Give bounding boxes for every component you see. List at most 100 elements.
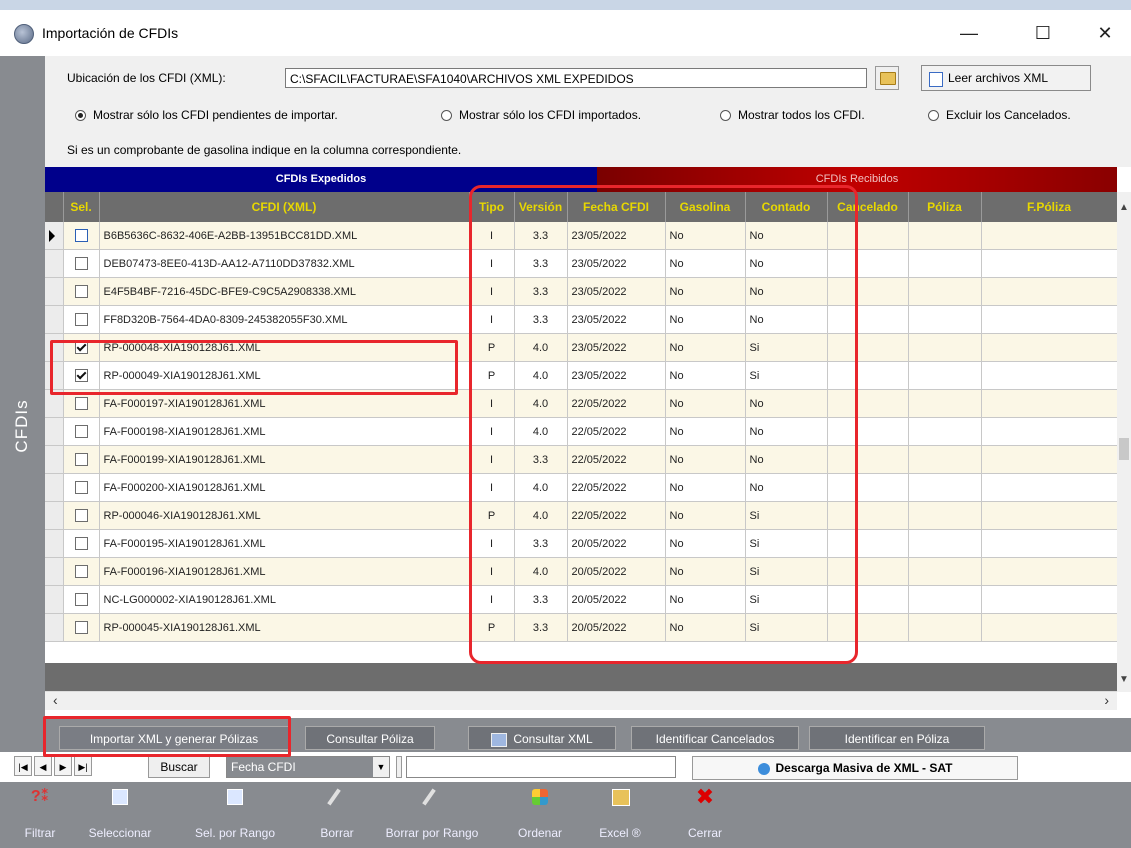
cell-gasolina[interactable]: No <box>665 557 746 586</box>
cell-tipo[interactable]: I <box>469 305 515 334</box>
row-checkbox[interactable] <box>74 397 88 410</box>
col-poliza[interactable]: Póliza <box>908 192 982 222</box>
cell-fecha[interactable]: 23/05/2022 <box>567 277 666 306</box>
search-field-select[interactable]: Fecha CFDI ▼ <box>226 756 390 778</box>
cell-contado[interactable]: No <box>745 249 828 278</box>
cell-fecha[interactable]: 22/05/2022 <box>567 501 666 530</box>
cell-contado[interactable]: No <box>745 417 828 446</box>
search-button[interactable]: Buscar <box>148 756 210 778</box>
cell-fpoliza[interactable] <box>981 473 1117 502</box>
cell-version[interactable]: 4.0 <box>514 417 568 446</box>
cell-fecha[interactable]: 22/05/2022 <box>567 445 666 474</box>
scroll-left-icon[interactable]: ‹ <box>53 692 58 708</box>
cell-version[interactable]: 3.3 <box>514 585 568 614</box>
horizontal-scrollbar[interactable]: ‹ › <box>45 691 1117 710</box>
chevron-down-icon[interactable]: ▼ <box>373 757 389 777</box>
minimize-button[interactable]: — <box>946 18 992 48</box>
cell-fpoliza[interactable] <box>981 389 1117 418</box>
cell-cancelado[interactable] <box>827 361 909 390</box>
select-button[interactable]: Seleccionar <box>80 786 160 840</box>
cell-poliza[interactable] <box>908 613 982 642</box>
cell-poliza[interactable] <box>908 249 982 278</box>
cell-fecha[interactable]: 23/05/2022 <box>567 333 666 362</box>
row-select-cell[interactable] <box>63 585 100 614</box>
cell-xml[interactable]: FF8D320B-7564-4DA0-8309-245382055F30.XML <box>99 305 470 334</box>
sort-button[interactable]: Ordenar <box>510 786 570 840</box>
section-received[interactable]: CFDIs Recibidos <box>597 167 1117 192</box>
cell-version[interactable]: 4.0 <box>514 557 568 586</box>
table-row[interactable]: FA-F000195-XIA190128J61.XML I 3.3 20/05/202… <box>45 529 1117 558</box>
col-cfdi-xml[interactable]: CFDI (XML) <box>99 192 470 222</box>
cell-tipo[interactable]: P <box>469 613 515 642</box>
cell-tipo[interactable]: P <box>469 333 515 362</box>
cell-xml[interactable]: FA-F000197-XIA190128J61.XML <box>99 389 470 418</box>
cell-contado[interactable]: No <box>745 305 828 334</box>
cell-version[interactable]: 3.3 <box>514 445 568 474</box>
radio-pending[interactable]: Mostrar sólo los CFDI pendientes de impo… <box>75 108 338 122</box>
cell-tipo[interactable]: I <box>469 389 515 418</box>
cell-fecha[interactable]: 22/05/2022 <box>567 389 666 418</box>
table-row[interactable]: E4F5B4BF-7216-45DC-BFE9-C9C5A2908338.XML… <box>45 277 1117 306</box>
cell-gasolina[interactable]: No <box>665 445 746 474</box>
cell-fecha[interactable]: 23/05/2022 <box>567 249 666 278</box>
last-record-icon[interactable]: ▶| <box>74 756 92 776</box>
col-fpoliza[interactable]: F.Póliza <box>981 192 1117 222</box>
cell-xml[interactable]: B6B5636C-8632-406E-A2BB-13951BCC81DD.XML <box>99 222 470 250</box>
cell-contado[interactable]: Si <box>745 557 828 586</box>
cell-fecha[interactable]: 23/05/2022 <box>567 305 666 334</box>
cell-gasolina[interactable]: No <box>665 305 746 334</box>
row-select-cell[interactable] <box>63 222 100 250</box>
cell-poliza[interactable] <box>908 333 982 362</box>
cell-cancelado[interactable] <box>827 585 909 614</box>
filter-button[interactable]: ?⁑ Filtrar <box>20 786 60 840</box>
cell-tipo[interactable]: I <box>469 529 515 558</box>
scroll-thumb[interactable] <box>1119 438 1129 460</box>
col-tipo[interactable]: Tipo <box>469 192 515 222</box>
col-cancelado[interactable]: Cancelado <box>827 192 909 222</box>
row-select-cell[interactable] <box>63 277 100 306</box>
cell-version[interactable]: 3.3 <box>514 305 568 334</box>
row-checkbox[interactable] <box>74 369 88 382</box>
row-select-cell[interactable] <box>63 389 100 418</box>
cell-tipo[interactable]: I <box>469 222 515 250</box>
cell-tipo[interactable]: P <box>469 361 515 390</box>
row-checkbox[interactable] <box>74 537 88 550</box>
row-checkbox[interactable] <box>74 285 88 298</box>
cell-xml[interactable]: RP-000046-XIA190128J61.XML <box>99 501 470 530</box>
next-record-icon[interactable]: ▶ <box>54 756 72 776</box>
table-row[interactable]: FA-F000199-XIA190128J61.XML I 3.3 22/05/202… <box>45 445 1117 474</box>
cell-tipo[interactable]: I <box>469 473 515 502</box>
cell-gasolina[interactable]: No <box>665 333 746 362</box>
read-xml-button[interactable]: Leer archivos XML <box>921 65 1091 91</box>
select-range-button[interactable]: Sel. por Rango <box>180 786 290 840</box>
cell-gasolina[interactable]: No <box>665 501 746 530</box>
cell-cancelado[interactable] <box>827 305 909 334</box>
cell-fpoliza[interactable] <box>981 305 1117 334</box>
cell-cancelado[interactable] <box>827 389 909 418</box>
cell-fecha[interactable]: 23/05/2022 <box>567 361 666 390</box>
cell-version[interactable]: 3.3 <box>514 613 568 642</box>
row-checkbox[interactable] <box>74 509 88 522</box>
cell-fpoliza[interactable] <box>981 249 1117 278</box>
row-checkbox[interactable] <box>74 257 88 270</box>
cell-cancelado[interactable] <box>827 277 909 306</box>
cell-contado[interactable]: Si <box>745 361 828 390</box>
cell-fpoliza[interactable] <box>981 529 1117 558</box>
cell-version[interactable]: 3.3 <box>514 277 568 306</box>
close-window-button[interactable]: ✕ <box>1082 18 1128 48</box>
cell-version[interactable]: 3.3 <box>514 249 568 278</box>
scroll-up-icon[interactable]: ▲ <box>1119 202 1129 213</box>
cell-fecha[interactable]: 20/05/2022 <box>567 613 666 642</box>
scroll-right-icon[interactable]: › <box>1104 692 1109 708</box>
xml-path-input[interactable]: C:\SFACIL\FACTURAE\SFA1040\ARCHIVOS XML … <box>285 68 867 88</box>
cell-contado[interactable]: No <box>745 389 828 418</box>
cell-contado[interactable]: No <box>745 222 828 250</box>
row-checkbox[interactable] <box>74 313 88 326</box>
cell-cancelado[interactable] <box>827 501 909 530</box>
excel-button[interactable]: Excel ® <box>590 786 650 840</box>
cell-tipo[interactable]: I <box>469 557 515 586</box>
cell-fpoliza[interactable] <box>981 333 1117 362</box>
radio-imported[interactable]: Mostrar sólo los CFDI importados. <box>441 108 641 122</box>
search-input[interactable] <box>406 756 676 778</box>
radio-all[interactable]: Mostrar todos los CFDI. <box>720 108 865 122</box>
